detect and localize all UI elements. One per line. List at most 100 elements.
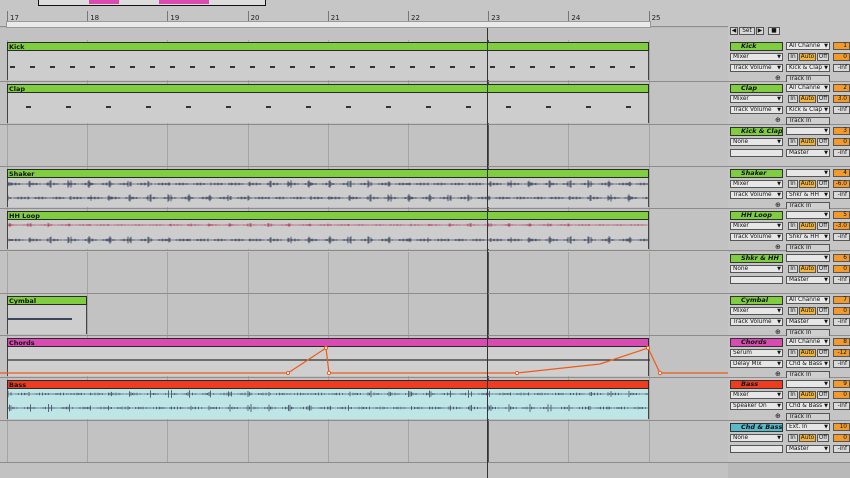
output-select[interactable]: Master [786,148,830,157]
volume-readout[interactable]: -inf [833,360,850,369]
track-name[interactable]: Chd & Bass [730,422,783,432]
track-lane-7[interactable]: Cymbal [0,293,728,337]
track-value[interactable]: 0 [833,264,850,273]
volume-readout[interactable]: -inf [833,444,850,453]
track-number[interactable]: 6 [833,253,850,262]
volume-readout[interactable]: -inf [833,275,850,284]
loop-brace[interactable] [6,21,651,28]
track-name[interactable]: Kick [730,42,783,51]
monitor-off-button[interactable]: Off [817,349,829,358]
automation-breakpoint[interactable] [657,370,663,376]
track-value[interactable]: -3.0 [833,222,850,231]
input-channel-select[interactable]: Mixer [730,95,783,104]
add-automation-icon[interactable]: ⊕ [775,201,781,209]
clip-body[interactable] [7,51,649,81]
automation-param-select[interactable]: Track Volume [730,233,783,242]
output-select[interactable]: Master [786,444,830,453]
track-number[interactable]: 2 [833,84,850,93]
monitor-in-button[interactable]: In [788,95,798,104]
volume-readout[interactable]: -inf [833,190,850,199]
input-channel-select[interactable]: Mixer [730,53,783,61]
prev-locator-button[interactable]: ◀ [730,27,738,35]
track-value[interactable]: 0 [833,391,850,400]
monitor-auto-button[interactable]: Auto [799,264,816,273]
volume-readout[interactable]: -inf [833,106,850,115]
track-value[interactable]: 0 [833,53,850,61]
output-select[interactable]: Chd & Bass [786,360,830,369]
track-name[interactable]: Clap [730,84,783,94]
monitor-in-button[interactable]: In [788,349,798,358]
automation-breakpoint[interactable] [323,345,329,351]
input-channel-select[interactable]: Mixer [730,179,783,188]
monitor-in-button[interactable]: In [788,222,798,231]
automation-line[interactable] [0,347,728,374]
monitor-auto-button[interactable]: Auto [799,433,816,442]
monitor-off-button[interactable]: Off [817,137,829,146]
next-locator-button[interactable]: ▶ [756,27,764,35]
output-select[interactable]: Shkr & HH [786,233,830,242]
clip-body[interactable] [7,304,87,335]
monitor-in-button[interactable]: In [788,264,798,273]
input-channel-select[interactable]: None [730,137,783,146]
automation-param-select[interactable]: Track Volume [730,190,783,199]
add-automation-icon[interactable]: ⊕ [775,117,781,124]
track-number[interactable]: 5 [833,211,850,220]
input-channel-select[interactable]: None [730,264,783,273]
automation-param-select[interactable]: Delay Mix [730,360,783,369]
clip-body[interactable] [7,220,649,250]
track-value[interactable]: 0 [833,306,850,315]
track-name[interactable]: Kick & Clap [730,126,783,136]
monitor-auto-button[interactable]: Auto [799,179,816,188]
track-number[interactable]: 10 [833,422,850,431]
automation-breakpoint[interactable] [326,370,332,376]
input-type-select[interactable] [786,126,830,135]
output-select[interactable]: Kick & Clap [786,106,830,115]
monitor-in-button[interactable]: In [788,179,798,188]
track-name[interactable]: HH Loop [730,211,783,221]
output-select[interactable]: Chd & Bass [786,402,830,411]
track-lane-4[interactable]: Shaker [0,166,728,210]
track-lane-1[interactable]: Kick [0,40,728,83]
track-value[interactable]: -12 [833,349,850,358]
output-select[interactable]: Master [786,317,830,326]
input-type-select[interactable]: All Channe [786,84,830,93]
monitor-in-button[interactable]: In [788,306,798,315]
track-lane-2[interactable]: Clap [0,82,728,125]
track-value[interactable]: 3.0 [833,95,850,104]
monitor-auto-button[interactable]: Auto [799,222,816,231]
track-value[interactable]: -6.0 [833,179,850,188]
track-value[interactable]: 0 [833,433,850,442]
input-type-select[interactable]: Ext. In [786,422,830,431]
input-channel-select[interactable]: Mixer [730,391,783,400]
track-lane-6[interactable] [0,251,728,294]
clip-header[interactable]: Cymbal [7,295,87,305]
clip-header[interactable]: Shaker [7,168,649,178]
monitor-off-button[interactable]: Off [817,391,829,400]
monitor-in-button[interactable]: In [788,391,798,400]
monitor-auto-button[interactable]: Auto [799,391,816,400]
monitor-off-button[interactable]: Off [817,433,829,442]
track-number[interactable]: 9 [833,380,850,389]
track-number[interactable]: 4 [833,168,850,177]
input-type-select[interactable]: All Channe [786,338,830,347]
monitor-off-button[interactable]: Off [817,306,829,315]
volume-readout[interactable]: -inf [833,233,850,242]
volume-readout[interactable]: -inf [833,317,850,326]
input-type-select[interactable]: All Channe [786,295,830,304]
monitor-auto-button[interactable]: Auto [799,306,816,315]
track-name[interactable]: Shkr & HH [730,253,783,263]
input-channel-select[interactable]: Mixer [730,306,783,315]
input-type-select[interactable] [786,168,830,177]
monitor-off-button[interactable]: Off [817,179,829,188]
input-channel-select[interactable]: Mixer [730,222,783,231]
input-type-select[interactable] [786,253,830,262]
track-name[interactable]: Cymbal [730,295,783,305]
track-number[interactable]: 3 [833,126,850,135]
monitor-auto-button[interactable]: Auto [799,53,816,61]
automation-param-select[interactable]: Track Volume [730,64,783,72]
add-automation-icon[interactable]: ⊕ [775,75,781,82]
input-channel-select[interactable]: None [730,433,783,442]
add-automation-icon[interactable]: ⊕ [775,244,781,251]
track-number[interactable]: 8 [833,338,850,347]
monitor-auto-button[interactable]: Auto [799,95,816,104]
